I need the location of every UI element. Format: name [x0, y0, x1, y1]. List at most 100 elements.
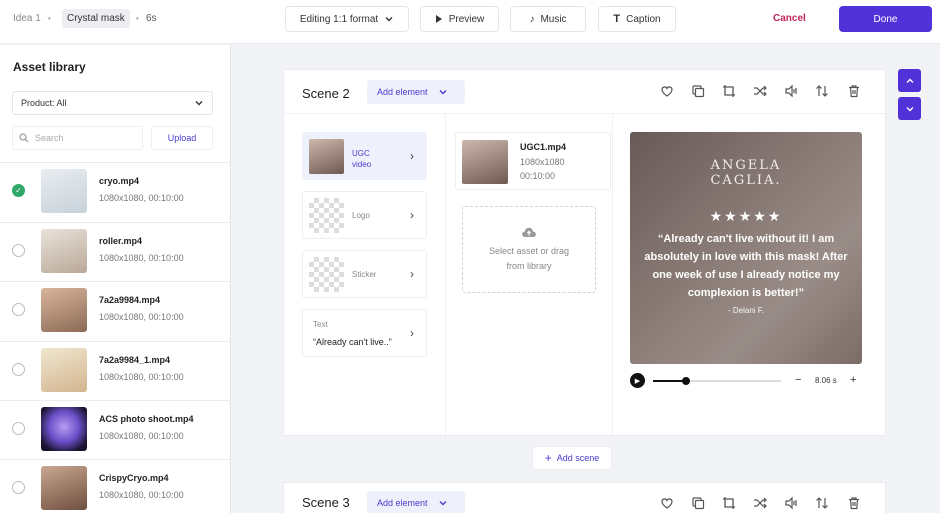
chevron-down-icon — [439, 90, 447, 95]
search-input[interactable]: Search — [12, 126, 143, 150]
asset-item[interactable]: CrispyCryo.mp4 1080x1080, 00:10:00 — [0, 459, 231, 513]
add-scene-button[interactable]: + Add scene — [532, 446, 612, 470]
asset-item[interactable]: ✓ cryo.mp4 1080x1080, 00:10:00 — [0, 162, 231, 221]
add-element-button[interactable]: Add element — [367, 491, 465, 513]
video-preview[interactable]: ANGELA CAGLIA. ★★★★★ “Already can't live… — [630, 132, 862, 364]
asset-radio[interactable] — [12, 363, 25, 376]
selected-file-card[interactable]: UGC1.mp4 1080x1080 00:10:00 — [455, 132, 611, 190]
reorder-icon[interactable] — [815, 496, 829, 510]
asset-name: CrispyCryo.mp4 — [99, 473, 169, 483]
add-scene-label: Add scene — [556, 453, 600, 463]
column-divider — [612, 114, 613, 435]
asset-library-panel: Asset library Product: All Search Upload… — [0, 45, 231, 513]
chevron-right-icon: › — [410, 149, 414, 163]
element-text[interactable]: Text “Already can't live..” › — [302, 309, 427, 357]
done-button[interactable]: Done — [839, 6, 932, 32]
breadcrumb-duration: 6s — [146, 13, 157, 24]
format-dropdown[interactable]: Editing 1:1 format — [285, 6, 409, 32]
duplicate-icon[interactable] — [691, 496, 705, 510]
breadcrumb-idea[interactable]: Idea 1 — [13, 13, 41, 24]
preview-button[interactable]: Preview — [420, 6, 499, 32]
add-element-label: Add element — [377, 87, 428, 97]
chevron-down-icon — [439, 501, 447, 506]
timeline-track[interactable] — [653, 377, 781, 385]
increase-duration-button[interactable]: + — [850, 374, 856, 386]
move-scene-up-button[interactable] — [898, 69, 921, 92]
selected-check-icon[interactable]: ✓ — [12, 184, 25, 197]
sticker-placeholder-thumbnail — [309, 257, 344, 292]
asset-item[interactable]: 7a2a9984_1.mp4 1080x1080, 00:10:00 — [0, 341, 231, 400]
element-logo[interactable]: Logo › — [302, 191, 427, 239]
file-thumbnail — [462, 140, 508, 184]
asset-radio[interactable] — [12, 422, 25, 435]
top-bar: Idea 1 • Crystal mask • 6s Editing 1:1 f… — [0, 0, 940, 44]
file-duration: 00:10:00 — [520, 171, 556, 181]
chevron-right-icon: › — [410, 208, 414, 222]
scene-title: Scene 2 — [302, 86, 350, 101]
logo-placeholder-thumbnail — [309, 198, 344, 233]
move-scene-down-button[interactable] — [898, 97, 921, 120]
volume-icon[interactable] — [784, 84, 798, 98]
music-label: Music — [540, 13, 567, 25]
text-icon: T — [613, 13, 621, 25]
chevron-right-icon: › — [410, 326, 414, 340]
element-sticker[interactable]: Sticker › — [302, 250, 427, 298]
chevron-right-icon: › — [410, 267, 414, 281]
scene-3-card: Scene 3 Add element — [283, 482, 886, 513]
preview-label: Preview — [448, 13, 485, 25]
element-label: UGC video — [352, 149, 372, 169]
asset-meta: 1080x1080, 00:10:00 — [99, 193, 184, 203]
crop-icon[interactable] — [722, 84, 736, 98]
cloud-upload-icon — [522, 227, 536, 237]
asset-item[interactable]: ACS photo shoot.mp4 1080x1080, 00:10:00 — [0, 400, 231, 459]
caption-label: Caption — [626, 13, 661, 25]
crop-icon[interactable] — [722, 496, 736, 510]
duplicate-icon[interactable] — [691, 84, 705, 98]
heart-icon[interactable] — [660, 496, 674, 510]
shuffle-icon[interactable] — [753, 84, 767, 98]
add-element-button[interactable]: Add element — [367, 80, 465, 104]
trash-icon[interactable] — [847, 84, 861, 98]
timeline-progress — [653, 380, 687, 382]
trash-icon[interactable] — [847, 496, 861, 510]
breadcrumb-project[interactable]: Crystal mask — [62, 9, 130, 28]
product-filter-label: Product: All — [21, 98, 67, 108]
asset-thumbnail — [41, 229, 87, 273]
drop-zone-text: Select asset or drag from library — [488, 245, 570, 271]
brand-logo-text: ANGELA CAGLIA. — [710, 158, 782, 188]
add-element-label: Add element — [377, 498, 428, 508]
asset-radio[interactable] — [12, 303, 25, 316]
asset-meta: 1080x1080, 00:10:00 — [99, 372, 184, 382]
asset-name: roller.mp4 — [99, 236, 143, 246]
asset-meta: 1080x1080, 00:10:00 — [99, 490, 184, 500]
timeline-handle[interactable] — [682, 377, 691, 385]
heart-icon[interactable] — [660, 84, 674, 98]
asset-thumbnail — [41, 348, 87, 392]
element-label: Text — [313, 320, 328, 329]
scene-2-card: Scene 2 Add element UGC video › Logo › S… — [283, 69, 886, 436]
shuffle-icon[interactable] — [753, 496, 767, 510]
play-icon — [435, 15, 442, 23]
play-icon[interactable]: ▶ — [630, 373, 645, 388]
asset-item[interactable]: 7a2a9984.mp4 1080x1080, 00:10:00 — [0, 281, 231, 340]
music-button[interactable]: ♪ Music — [510, 6, 586, 32]
asset-item[interactable]: roller.mp4 1080x1080, 00:10:00 — [0, 222, 231, 281]
element-text-value: “Already can't live..” — [313, 337, 392, 347]
format-label: Editing 1:1 format — [299, 13, 379, 25]
upload-button[interactable]: Upload — [151, 126, 213, 150]
cancel-button[interactable]: Cancel — [773, 13, 806, 24]
asset-drop-zone[interactable]: Select asset or drag from library — [462, 206, 596, 293]
asset-radio[interactable] — [12, 244, 25, 257]
element-label: Logo — [352, 211, 370, 220]
asset-name: cryo.mp4 — [99, 176, 140, 186]
asset-meta: 1080x1080, 00:10:00 — [99, 312, 184, 322]
volume-icon[interactable] — [784, 496, 798, 510]
scene-header: Scene 2 Add element — [284, 70, 885, 114]
decrease-duration-button[interactable]: − — [795, 374, 801, 386]
asset-radio[interactable] — [12, 481, 25, 494]
product-filter-select[interactable]: Product: All — [12, 91, 213, 115]
file-name: UGC1.mp4 — [520, 142, 567, 152]
element-ugc-video[interactable]: UGC video › — [302, 132, 427, 180]
reorder-icon[interactable] — [815, 84, 829, 98]
caption-button[interactable]: T Caption — [598, 6, 676, 32]
